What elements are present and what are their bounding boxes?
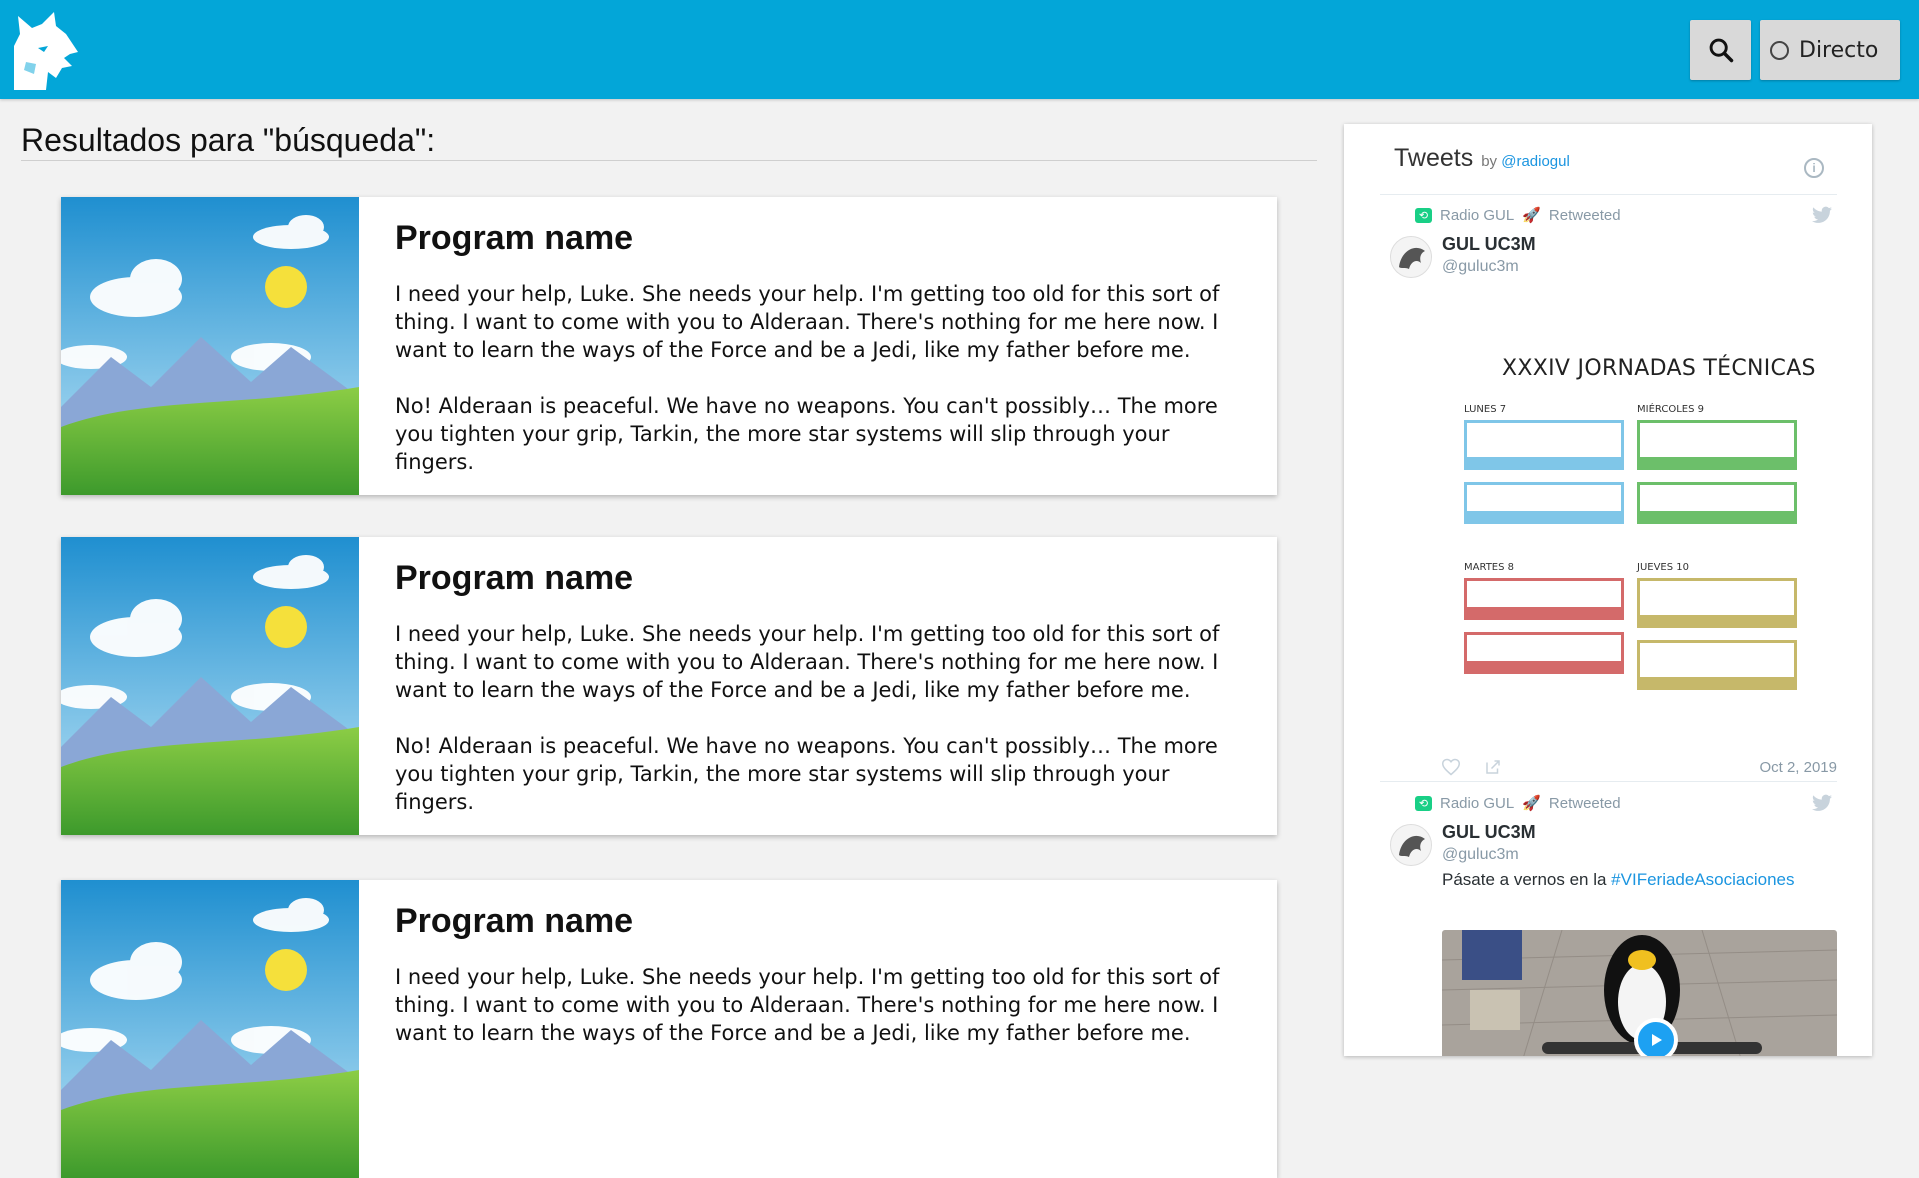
divider [1380,781,1837,782]
tweet-actions: Oct 2, 2019 [1442,758,1837,776]
program-name[interactable]: Program name [395,559,1255,598]
divider [21,160,1317,161]
twitter-timeline[interactable]: Tweets by @radiogul i ⟲ Radio GUL 🚀 Retwe… [1344,124,1872,1056]
poster-slot [1637,420,1797,470]
poster-slot [1637,482,1797,524]
tweet-video[interactable] [1442,930,1837,1056]
retweeted-by[interactable]: Radio GUL [1440,207,1514,224]
program-name[interactable]: Program name [395,219,1255,258]
timeline-by: by @radiogul [1481,153,1570,170]
live-status-icon [1770,40,1789,60]
retweeted-label: Retweeted [1548,794,1621,812]
gnu-avatar-icon [1391,825,1431,865]
program-description: I need your help, Luke. She needs your h… [395,622,1220,702]
retweeted-label: Retweeted [1548,206,1621,224]
retweet-icon: ⟲ [1415,795,1432,811]
retweeted-by[interactable]: Radio GUL [1440,795,1514,812]
search-button[interactable] [1690,20,1751,80]
poster-day: LUNES 7 [1464,404,1507,415]
gnu-avatar-icon [1391,237,1431,277]
tweet-media-poster[interactable]: XXXIV JORNADAS TÉCNICAS LUNES 7 MIÉRCOLE… [1442,356,1837,756]
avatar[interactable] [1390,824,1432,866]
poster-slot [1637,578,1797,628]
author-handle[interactable]: @guluc3m [1442,846,1519,864]
live-button[interactable]: Directo [1760,20,1900,80]
poster-day: MARTES 8 [1464,562,1515,573]
play-button[interactable] [1634,1018,1678,1056]
info-icon[interactable]: i [1804,158,1824,178]
poster-slot [1464,632,1624,674]
rocket-icon: 🚀 [1522,795,1541,812]
tweet-date[interactable]: Oct 2, 2019 [1759,759,1837,776]
play-icon [1652,1034,1662,1046]
share-icon[interactable] [1484,758,1502,776]
retweet-icon: ⟲ [1415,207,1432,223]
program-name[interactable]: Program name [395,902,1255,941]
program-description: I need your help, Luke. She needs your h… [395,965,1220,1045]
program-card[interactable]: Program name I need your help, Luke. She… [61,880,1277,1178]
timeline-title: Tweets [1394,144,1474,172]
poster-day: JUEVES 10 [1637,562,1689,573]
poster-day: MIÉRCOLES 9 [1637,404,1704,415]
rocket-icon: 🚀 [1522,207,1541,224]
program-description: No! Alderaan is peaceful. We have no wea… [395,734,1218,814]
top-app-bar: Directo [0,0,1919,99]
live-label: Directo [1799,37,1879,63]
timeline-handle-link[interactable]: @radiogul [1501,153,1570,170]
poster-slot [1464,578,1624,620]
retweet-row: ⟲ Radio GUL 🚀 Retweeted [1415,206,1621,224]
heart-icon[interactable] [1442,758,1460,776]
program-card[interactable]: Program name I need your help, Luke. She… [61,197,1277,495]
divider [1380,194,1837,195]
program-description: No! Alderaan is peaceful. We have no wea… [395,394,1218,474]
tweet[interactable]: ⟲ Radio GUL 🚀 Retweeted GUL UC3M @guluc3m… [1380,206,1837,806]
program-thumbnail [61,197,359,495]
tweet[interactable]: ⟲ Radio GUL 🚀 Retweeted GUL UC3M @guluc3m… [1380,794,1837,1056]
tweet-text-body: Pásate a vernos en la [1442,870,1612,889]
timeline-header: Tweets by @radiogul [1394,144,1570,173]
avatar[interactable] [1390,236,1432,278]
poster-slot [1464,420,1624,470]
program-description: I need your help, Luke. She needs your h… [395,282,1220,362]
author-handle[interactable]: @guluc3m [1442,258,1519,276]
author-name[interactable]: GUL UC3M [1442,822,1536,843]
program-card[interactable]: Program name I need your help, Luke. She… [61,537,1277,835]
tweet-text: Pásate a vernos en la #VIFeriadeAsociaci… [1442,870,1795,890]
retweet-row: ⟲ Radio GUL 🚀 Retweeted [1415,794,1621,812]
timeline-by-label: by [1481,153,1498,170]
author-name[interactable]: GUL UC3M [1442,234,1536,255]
poster-slot [1464,482,1624,524]
program-thumbnail [61,880,359,1178]
twitter-bird-icon[interactable] [1812,206,1832,224]
search-icon [1709,38,1733,63]
hashtag-link[interactable]: #VIFeriadeAsociaciones [1611,870,1794,889]
program-thumbnail [61,537,359,835]
poster-slot [1637,640,1797,690]
twitter-bird-icon[interactable] [1812,794,1832,812]
poster-title: XXXIV JORNADAS TÉCNICAS [1502,356,1816,381]
lynx-logo-icon[interactable] [8,12,78,90]
results-title: Resultados para "búsqueda": [21,122,436,158]
